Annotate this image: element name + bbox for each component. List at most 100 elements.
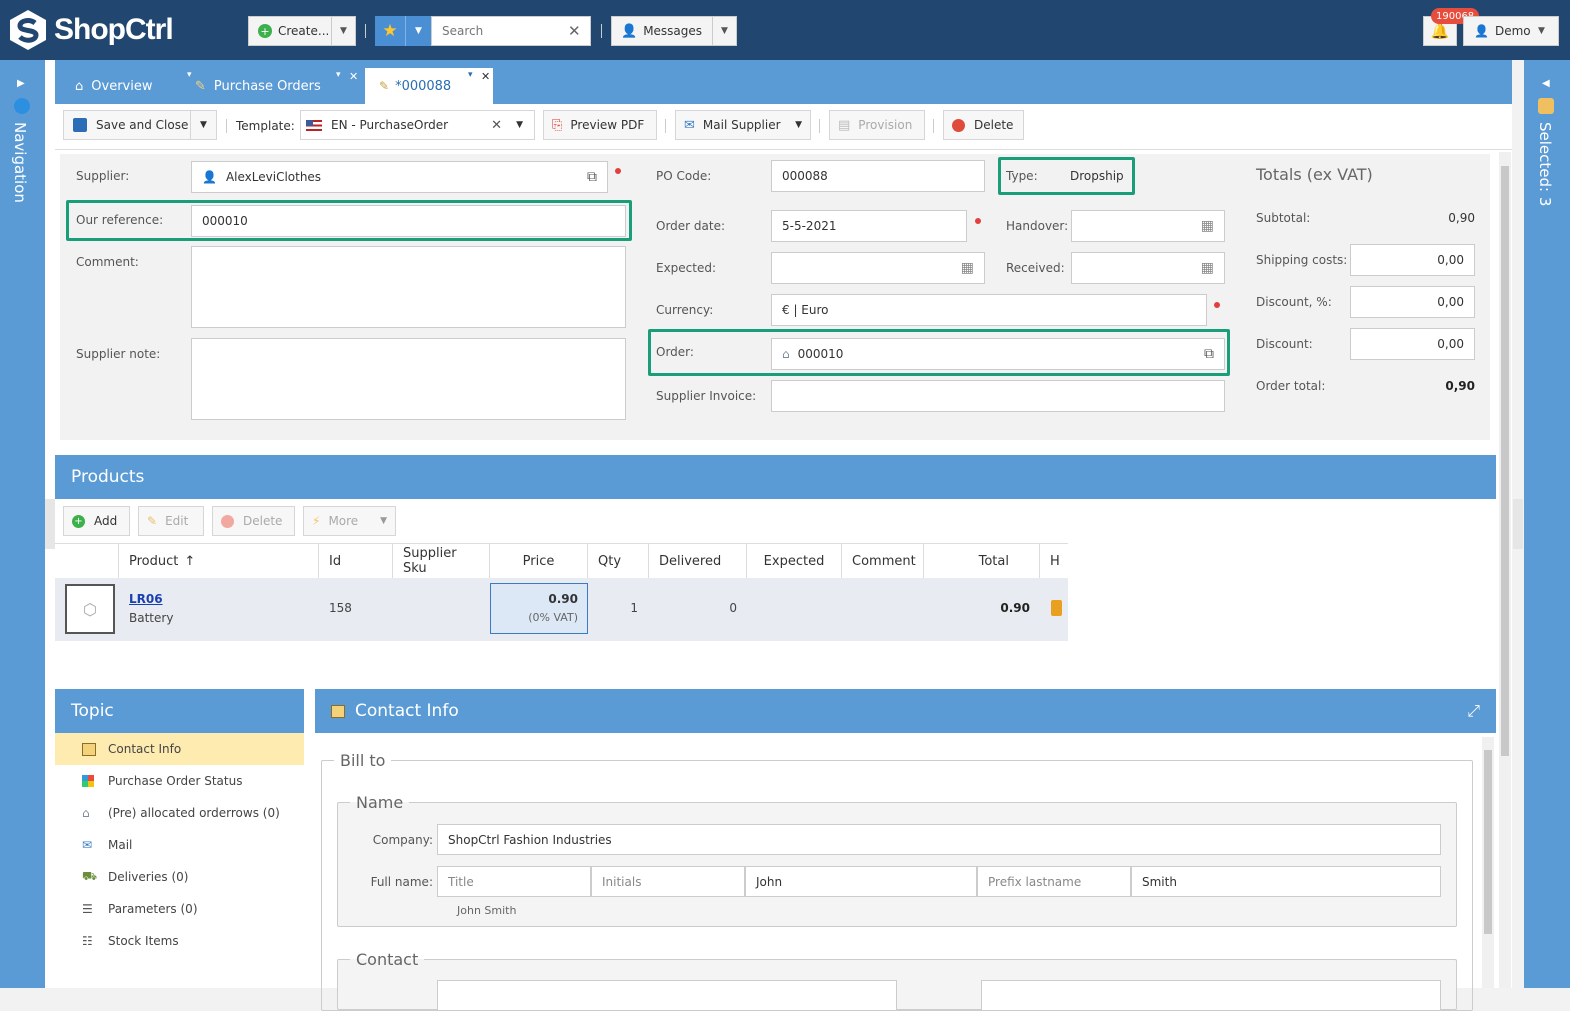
handover-date-field[interactable]: ▦ xyxy=(1071,210,1225,242)
column-delivered[interactable]: Delivered xyxy=(649,544,747,578)
tab-menu-icon[interactable]: ▾ xyxy=(187,70,192,80)
chevron-down-icon[interactable]: ▼ xyxy=(190,111,216,139)
price-cell[interactable] xyxy=(490,583,588,634)
expand-icon[interactable]: ⤢ xyxy=(1467,701,1480,721)
last-name-field[interactable]: Smith xyxy=(1131,866,1441,897)
chevron-down-icon: ▼ xyxy=(405,16,431,46)
supplier-invoice-field[interactable] xyxy=(771,380,1225,412)
chevron-down-icon[interactable]: ▼ xyxy=(712,17,736,45)
favorites-button[interactable]: ★ ▼ xyxy=(375,16,431,46)
column-comment[interactable]: Comment xyxy=(842,544,924,578)
supplier-field[interactable]: 👤 AlexLeviClothes ⧉ xyxy=(191,161,608,193)
tab-current-order[interactable]: ✎ *000088 ▾ ✕ xyxy=(365,68,493,104)
column-id[interactable]: Id xyxy=(319,544,393,578)
company-field[interactable]: ShopCtrl Fashion Industries xyxy=(437,824,1441,855)
calendar-icon[interactable]: ▦ xyxy=(1201,218,1214,234)
column-product[interactable]: Product ↑ xyxy=(119,544,319,578)
main-scrollbar-thumb[interactable] xyxy=(1501,166,1509,756)
expected-date-field[interactable]: ▦ xyxy=(771,252,985,284)
save-and-close-button[interactable]: Save and Close ▼ xyxy=(63,110,217,140)
calendar-icon[interactable]: ▦ xyxy=(961,260,974,276)
clear-template-icon[interactable]: ✕ xyxy=(491,118,502,133)
edit-product-button[interactable]: ✎ Edit xyxy=(138,506,204,536)
topic-item-stock-items[interactable]: ☷ Stock Items xyxy=(55,925,304,957)
clipboard-icon[interactable] xyxy=(1051,600,1062,616)
comment-textarea[interactable] xyxy=(191,246,626,328)
column-supplier-sku[interactable]: Supplier Sku xyxy=(393,544,490,578)
column-h[interactable]: H xyxy=(1040,544,1068,578)
currency-field[interactable]: € | Euro xyxy=(771,294,1207,326)
user-menu-button[interactable]: 👤 Demo ▼ xyxy=(1463,16,1559,46)
open-external-icon[interactable]: ⧉ xyxy=(587,169,597,185)
column-expected[interactable]: Expected xyxy=(747,544,842,578)
preview-pdf-button[interactable]: ⎘ Preview PDF xyxy=(543,110,657,140)
tab-menu-icon[interactable]: ▾ xyxy=(336,70,341,80)
more-actions-button[interactable]: ⚡ More ▼ xyxy=(303,506,396,536)
received-date-field[interactable]: ▦ xyxy=(1071,252,1225,284)
tab-menu-icon[interactable]: ▾ xyxy=(468,70,473,80)
column-total[interactable]: Total xyxy=(924,544,1040,578)
topic-item-deliveries[interactable]: ⛟ Deliveries (0) xyxy=(55,861,304,893)
name-title-field[interactable]: Title xyxy=(437,866,591,897)
search-input[interactable] xyxy=(442,24,562,38)
collapse-handle[interactable] xyxy=(45,499,55,549)
messages-button[interactable]: 👤 Messages ▼ xyxy=(611,16,737,46)
delete-product-label: Delete xyxy=(243,514,283,528)
discount-field[interactable]: 0,00 xyxy=(1350,328,1475,360)
chevron-down-icon[interactable]: ▼ xyxy=(516,120,523,130)
chevron-down-icon[interactable]: ▼ xyxy=(331,17,355,45)
prefix-lastname-field[interactable]: Prefix lastname xyxy=(977,866,1131,897)
add-product-label: Add xyxy=(94,514,118,528)
calendar-icon[interactable]: ▦ xyxy=(1201,260,1214,276)
provision-button[interactable]: ▤ Provision xyxy=(829,110,925,140)
discount-label: Discount: xyxy=(1256,337,1313,351)
search-box[interactable]: ✕ xyxy=(431,16,591,46)
save-and-close-label: Save and Close xyxy=(96,118,189,132)
topic-item-contact-info[interactable]: Contact Info xyxy=(55,733,304,765)
contact-field-left[interactable] xyxy=(437,980,897,1011)
close-tab-icon[interactable]: ✕ xyxy=(481,70,490,83)
delete-product-button[interactable]: Delete xyxy=(212,506,295,536)
discount-percent-field[interactable]: 0,00 xyxy=(1350,286,1475,318)
topic-item-allocated-orderrows[interactable]: ⌂ (Pre) allocated orderrows (0) xyxy=(55,797,304,829)
prefix-lastname-placeholder: Prefix lastname xyxy=(988,874,1082,889)
currency-label: Currency: xyxy=(656,303,714,317)
create-button[interactable]: + Create... ▼ xyxy=(248,16,356,46)
order-field[interactable]: ⌂ 000010 ⧉ xyxy=(771,338,1225,370)
topic-item-parameters[interactable]: ☰ Parameters (0) xyxy=(55,893,304,925)
expand-left-icon[interactable]: ◀ xyxy=(1542,78,1550,89)
shipping-costs-label: Shipping costs: xyxy=(1256,253,1348,267)
close-tab-icon[interactable]: ✕ xyxy=(349,70,358,83)
contact-scrollbar-thumb[interactable] xyxy=(1484,750,1492,934)
collapse-handle[interactable] xyxy=(1513,499,1523,549)
type-label: Type: xyxy=(1006,169,1038,183)
order-date-field[interactable]: 5-5-2021 xyxy=(771,210,967,242)
product-thumbnail[interactable]: ⬡ xyxy=(65,584,115,634)
tab-purchase-orders[interactable]: ✎ Purchase Orders ▾ ✕ xyxy=(195,68,363,104)
shipping-costs-field[interactable]: 0,00 xyxy=(1350,244,1475,276)
add-circle-icon: + xyxy=(72,514,85,528)
mail-supplier-button[interactable]: ✉ Mail Supplier ▼ xyxy=(675,110,811,140)
name-title-placeholder: Title xyxy=(448,874,474,889)
column-qty[interactable]: Qty xyxy=(588,544,649,578)
add-product-button[interactable]: + Add xyxy=(63,506,130,536)
chevron-down-icon[interactable]: ▼ xyxy=(795,120,802,130)
product-sku-link[interactable]: LR06 xyxy=(129,592,163,606)
tab-overview[interactable]: ⌂ Overview ▾ xyxy=(75,68,195,104)
our-reference-field[interactable]: 000010 xyxy=(191,205,626,237)
clear-search-icon[interactable]: ✕ xyxy=(568,22,581,40)
column-price[interactable]: Price xyxy=(490,544,588,578)
first-name-field[interactable]: John xyxy=(745,866,977,897)
contact-field-right[interactable] xyxy=(981,980,1441,1011)
topic-item-mail[interactable]: ✉ Mail xyxy=(55,829,304,861)
delete-button[interactable]: Delete xyxy=(943,110,1024,140)
app-logo[interactable]: ShopCtrl xyxy=(8,9,174,51)
po-code-field[interactable]: 000088 xyxy=(771,160,985,192)
supplier-note-textarea[interactable] xyxy=(191,338,626,420)
template-select[interactable]: EN - PurchaseOrder ✕ ▼ xyxy=(300,110,535,140)
initials-field[interactable]: Initials xyxy=(591,866,745,897)
open-external-icon[interactable]: ⧉ xyxy=(1204,346,1214,362)
supplier-person-icon: 👤 xyxy=(202,170,217,184)
expand-right-icon[interactable]: ▶ xyxy=(17,78,25,89)
topic-item-po-status[interactable]: Purchase Order Status xyxy=(55,765,304,797)
